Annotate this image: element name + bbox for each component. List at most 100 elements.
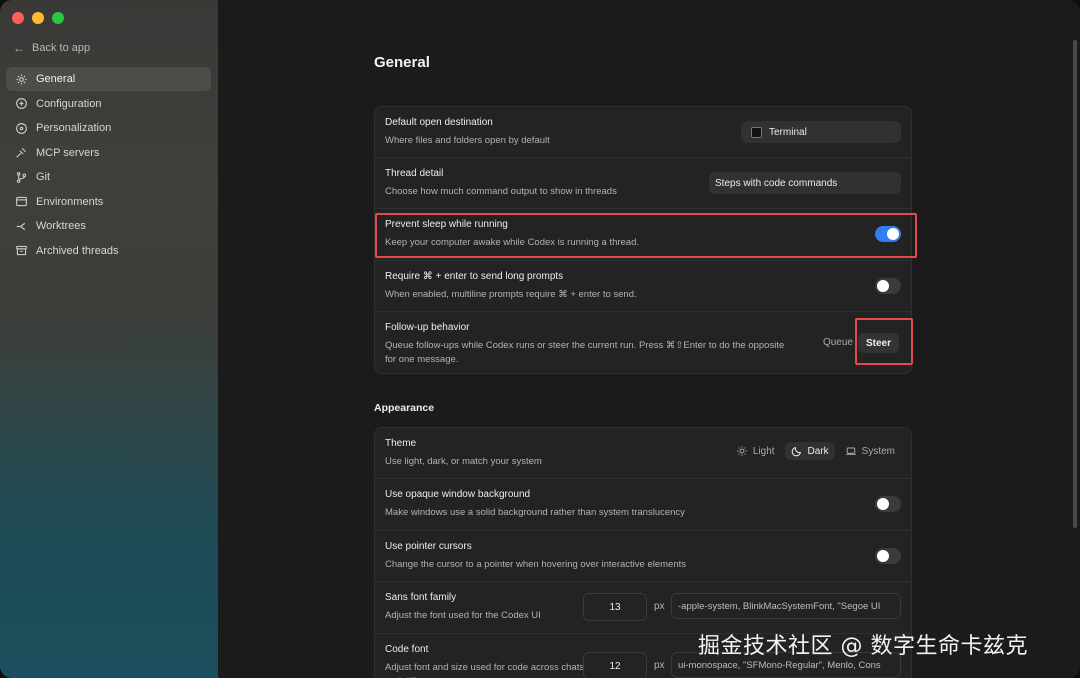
toggle-knob xyxy=(877,550,889,562)
prevent-sleep-toggle[interactable] xyxy=(875,226,901,242)
setting-description: Adjust font and size used for code acros… xyxy=(385,662,585,678)
setting-label: Use opaque window background xyxy=(385,489,531,500)
page-title: General xyxy=(374,54,430,71)
worktree-icon xyxy=(15,220,28,233)
setting-label: Sans font family xyxy=(385,592,457,603)
theme-option-label: Light xyxy=(752,445,775,457)
setting-row-thread-detail: Thread detail Choose how much command ou… xyxy=(375,158,911,209)
sans-font-size-input[interactable]: 13 xyxy=(583,593,647,621)
setting-description: Make windows use a solid background rath… xyxy=(385,507,685,518)
settings-window: ← Back to app General Configuration Pers… xyxy=(0,0,1080,678)
sidebar-item-environments[interactable]: Environments xyxy=(6,190,211,214)
sidebar-nav: General Configuration Personalization MC… xyxy=(6,67,211,263)
toggle-knob xyxy=(877,498,889,510)
thread-detail-value: Steps with code commands xyxy=(715,177,838,189)
setting-description: Where files and folders open by default xyxy=(385,135,550,146)
setting-label: Thread detail xyxy=(385,168,444,179)
gear-icon xyxy=(15,73,28,86)
open-destination-select[interactable]: Terminal xyxy=(741,121,901,143)
followup-option-steer[interactable]: Steer xyxy=(857,333,899,353)
theme-option-light[interactable]: Light xyxy=(730,442,781,460)
setting-row-opaque-window: Use opaque window background Make window… xyxy=(375,479,911,531)
setting-description: Choose how much command output to show i… xyxy=(385,186,617,197)
setting-description: Adjust the font used for the Codex UI xyxy=(385,610,541,621)
sidebar-item-label: Personalization xyxy=(36,122,112,134)
setting-row-sans-font: Sans font family Adjust the font used fo… xyxy=(375,582,911,634)
sidebar-item-label: Environments xyxy=(36,195,104,208)
setting-row-require-cmd-enter: Require ⌘ + enter to send long prompts W… xyxy=(375,261,911,312)
sidebar-item-label: MCP servers xyxy=(36,146,100,159)
plug-icon xyxy=(15,146,28,159)
zoom-window-button[interactable] xyxy=(52,12,64,24)
git-branch-icon xyxy=(15,171,28,184)
terminal-icon xyxy=(751,126,762,138)
palette-icon xyxy=(15,122,28,135)
theme-option-system[interactable]: System xyxy=(839,442,901,460)
thread-detail-select[interactable]: Steps with code commands xyxy=(709,172,901,194)
sidebar: ← Back to app General Configuration Pers… xyxy=(0,0,218,678)
arrow-left-icon: ← xyxy=(13,41,25,55)
setting-row-follow-up-behavior: Follow-up behavior Queue follow-ups whil… xyxy=(375,312,911,375)
moon-icon xyxy=(791,446,801,457)
settings-content: General Default open destination Where f… xyxy=(218,0,1080,678)
sidebar-item-personalization[interactable]: Personalization xyxy=(6,116,211,140)
sliders-icon xyxy=(15,97,28,110)
open-destination-value: Terminal xyxy=(769,126,807,138)
followup-option-queue[interactable]: Queue xyxy=(823,337,853,348)
close-window-button[interactable] xyxy=(12,12,24,24)
sun-icon xyxy=(736,446,747,456)
setting-row-pointer-cursors: Use pointer cursors Change the cursor to… xyxy=(375,531,911,582)
setting-label: Code font xyxy=(385,644,429,655)
setting-label: Prevent sleep while running xyxy=(385,219,508,230)
setting-label: Default open destination xyxy=(385,117,493,128)
watermark: 掘金技术社区 @ 数字生命卡兹克 xyxy=(698,634,1028,659)
window-controls xyxy=(12,12,64,24)
setting-label: Use pointer cursors xyxy=(385,541,472,552)
require-cmd-enter-toggle[interactable] xyxy=(875,278,901,294)
setting-description: Queue follow-ups while Codex runs or ste… xyxy=(385,340,785,365)
sidebar-item-label: Worktrees xyxy=(36,220,86,232)
setting-row-theme: Theme Use light, dark, or match your sys… xyxy=(375,428,911,479)
setting-description: Use light, dark, or match your system xyxy=(385,456,542,467)
sidebar-item-label: Configuration xyxy=(36,97,102,110)
back-to-app-label: Back to app xyxy=(32,42,91,54)
setting-row-default-open-destination: Default open destination Where files and… xyxy=(375,107,911,158)
scrollbar[interactable] xyxy=(1073,40,1077,528)
archive-icon xyxy=(15,244,28,257)
appearance-section-title: Appearance xyxy=(374,402,435,414)
sidebar-item-label: General xyxy=(36,73,76,85)
setting-label: Follow-up behavior xyxy=(385,322,470,333)
sidebar-item-worktrees[interactable]: Worktrees xyxy=(6,214,211,238)
setting-description: Change the cursor to a pointer when hove… xyxy=(385,559,687,570)
sidebar-item-mcp-servers[interactable]: MCP servers xyxy=(6,141,211,165)
laptop-icon xyxy=(845,447,856,455)
theme-option-dark[interactable]: Dark xyxy=(784,442,835,460)
setting-description: Keep your computer awake while Codex is … xyxy=(385,237,640,248)
sidebar-item-label: Archived threads xyxy=(36,244,119,257)
sidebar-item-archived-threads[interactable]: Archived threads xyxy=(6,239,211,263)
theme-option-label: Dark xyxy=(807,445,829,457)
setting-label: Theme xyxy=(385,438,417,449)
toggle-knob xyxy=(877,280,889,292)
theme-option-label: System xyxy=(861,445,895,457)
sidebar-item-configuration[interactable]: Configuration xyxy=(6,92,211,116)
opaque-window-toggle[interactable] xyxy=(875,496,901,512)
setting-description: When enabled, multiline prompts require … xyxy=(385,289,637,300)
sidebar-item-label: Git xyxy=(36,171,51,183)
minimize-window-button[interactable] xyxy=(32,12,44,24)
theme-selector: Light Dark System xyxy=(730,442,901,460)
setting-label: Require ⌘ + enter to send long prompts xyxy=(385,271,564,282)
terminal-window-icon xyxy=(15,195,28,208)
toggle-knob xyxy=(887,228,899,240)
sans-font-family-input[interactable]: -apple-system, BlinkMacSystemFont, "Sego… xyxy=(671,593,901,619)
general-settings-card: Default open destination Where files and… xyxy=(374,106,912,374)
pointer-cursors-toggle[interactable] xyxy=(875,548,901,564)
font-size-unit: px xyxy=(654,660,665,671)
code-font-size-input[interactable]: 12 xyxy=(583,652,647,678)
back-to-app-link[interactable]: ← Back to app xyxy=(13,41,90,55)
setting-row-prevent-sleep: Prevent sleep while running Keep your co… xyxy=(375,209,911,261)
sidebar-item-general[interactable]: General xyxy=(6,67,211,91)
followup-steer-label: Steer xyxy=(865,337,891,349)
font-size-unit: px xyxy=(654,601,665,612)
sidebar-item-git[interactable]: Git xyxy=(6,165,211,189)
